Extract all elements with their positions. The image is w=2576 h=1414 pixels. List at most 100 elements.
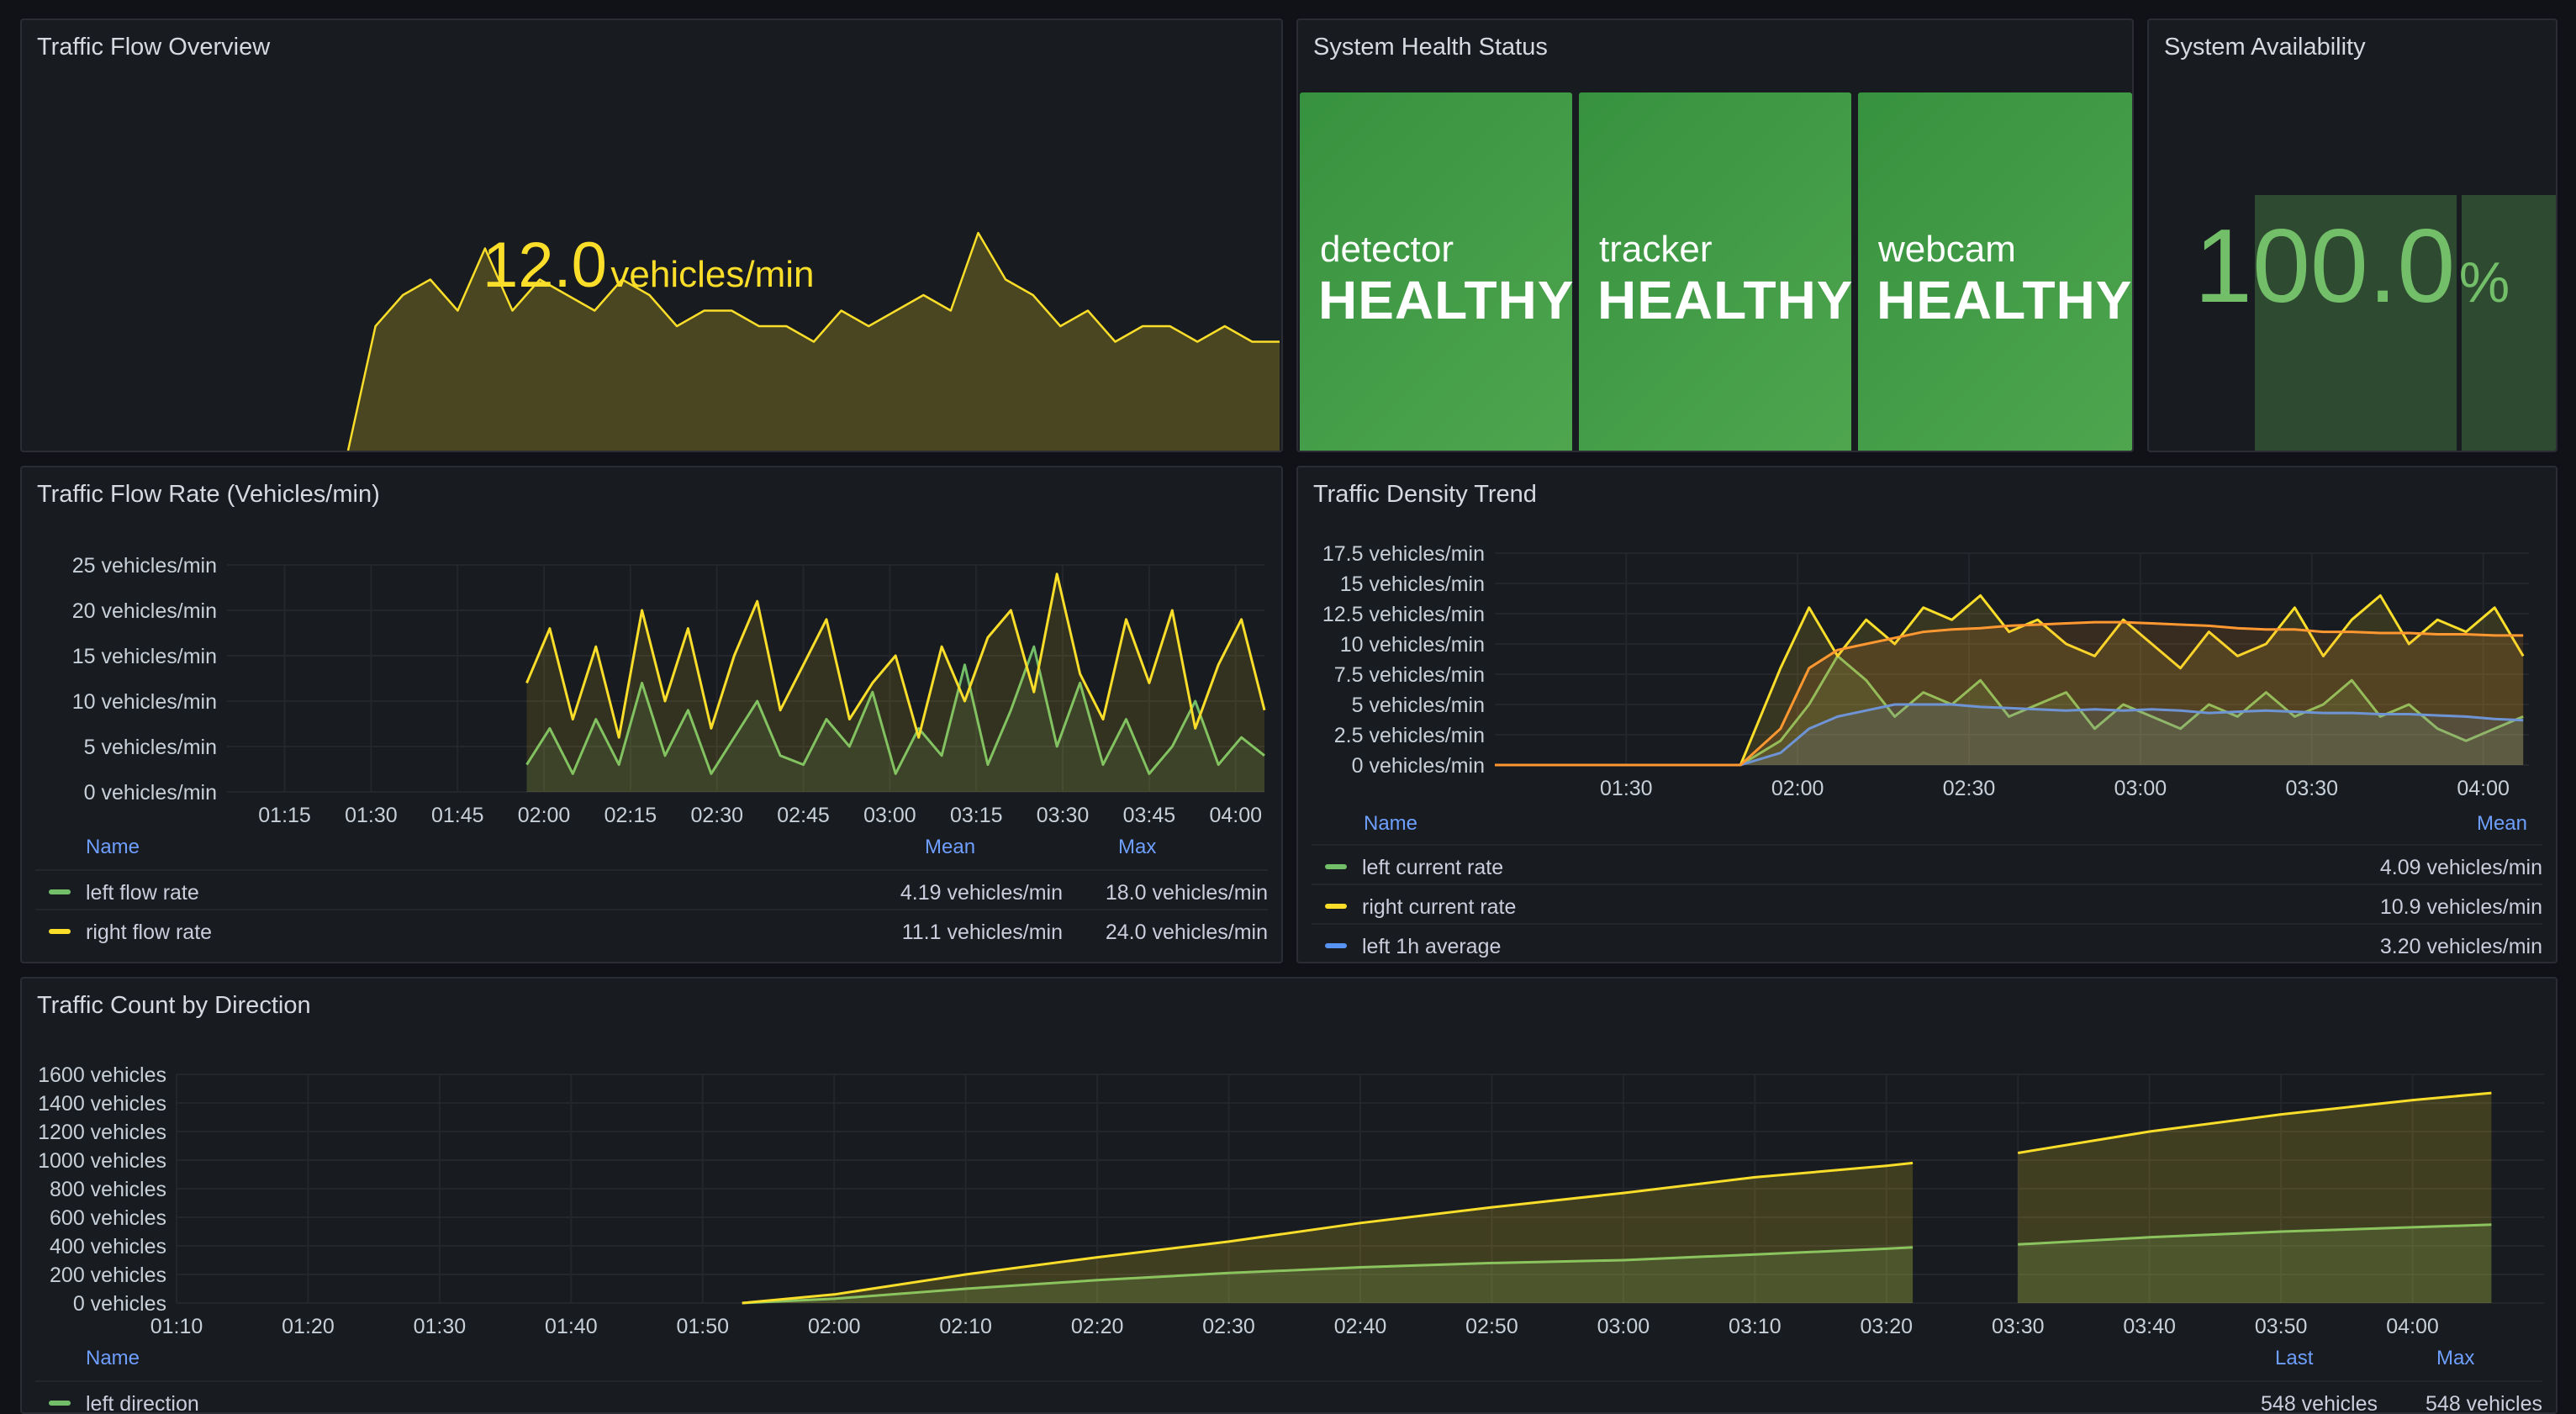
legend-header-name[interactable]: Name [86, 1347, 140, 1370]
legend-series-max: 24.0 vehicles/min [1105, 921, 1268, 944]
panel-system-availability[interactable]: System Availability 100.0 % [2147, 18, 2558, 452]
panel-title: System Availability [2164, 34, 2366, 61]
x-tick-label: 01:30 [414, 1315, 467, 1338]
x-tick-label: 02:30 [1202, 1315, 1255, 1338]
health-tile-tracker: tracker HEALTHY [1579, 92, 1852, 451]
x-tick-label: 01:40 [545, 1315, 598, 1338]
x-tick-label: 02:40 [1334, 1315, 1387, 1338]
legend-series-max: 18.0 vehicles/min [1105, 881, 1268, 905]
legend-swatch [1325, 943, 1347, 948]
legend-row-left-1h-average[interactable]: left 1h average 3.20 vehicles/min [1312, 923, 2542, 962]
density-chart: 17.5 vehicles/min 15 vehicles/min 12.5 veh… [1322, 542, 2529, 800]
legend-row-left-current-rate[interactable]: left current rate 4.09 vehicles/min [1312, 844, 2542, 884]
x-tick-label: 02:00 [1771, 777, 1824, 800]
y-tick-label: 0 vehicles/min [1352, 754, 1485, 778]
y-tick-label: 15 vehicles/min [72, 645, 217, 668]
x-tick-label: 01:10 [150, 1315, 203, 1338]
legend-header-max[interactable]: Max [2436, 1347, 2474, 1370]
overview-value: 12.0 [483, 230, 607, 301]
legend-header-name[interactable]: Name [86, 836, 140, 859]
legend-swatch [1325, 864, 1347, 869]
overview-stat: 12.0 vehicles/min [483, 229, 814, 302]
y-tick-label: 2.5 vehicles/min [1334, 724, 1485, 747]
y-tick-label: 17.5 vehicles/min [1322, 542, 1485, 566]
x-tick-label: 03:20 [1860, 1315, 1913, 1338]
panel-traffic-flow-rate[interactable]: Traffic Flow Rate (Vehicles/min) 25 vehi… [20, 466, 1283, 963]
x-tick-label: 01:30 [345, 804, 398, 827]
legend-header-max[interactable]: Max [1118, 836, 1156, 859]
x-tick-label: 02:00 [808, 1315, 861, 1338]
x-tick-label: 01:15 [258, 804, 311, 827]
y-tick-label: 1200 vehicles [38, 1121, 166, 1144]
x-tick-label: 02:45 [777, 804, 830, 827]
x-tick-label: 04:00 [2386, 1315, 2439, 1338]
x-tick-label: 03:00 [2114, 777, 2167, 800]
legend-header-last[interactable]: Last [2275, 1347, 2313, 1370]
legend-series-max: 548 vehicles [2426, 1392, 2542, 1414]
y-tick-label: 7.5 vehicles/min [1334, 663, 1485, 687]
legend-row-left-flow-rate[interactable]: left flow rate 4.19 vehicles/min 18.0 ve… [35, 869, 1268, 909]
legend-series-name: left direction [86, 1392, 199, 1414]
x-tick-label: 01:50 [676, 1315, 729, 1338]
health-tile-name: detector [1320, 229, 1454, 270]
legend-swatch [49, 1401, 71, 1406]
legend-series-name: left flow rate [86, 881, 199, 905]
x-tick-label: 03:30 [1992, 1315, 2045, 1338]
x-tick-label: 03:10 [1729, 1315, 1782, 1338]
panel-system-health[interactable]: System Health Status detector HEALTHY tr… [1296, 18, 2134, 452]
legend-swatch [49, 889, 71, 894]
x-tick-label: 03:30 [1037, 804, 1090, 827]
x-tick-label: 03:00 [1597, 1315, 1650, 1338]
health-tile-status: HEALTHY [1318, 270, 1575, 330]
x-tick-label: 03:45 [1123, 804, 1176, 827]
health-tile-detector: detector HEALTHY [1300, 92, 1575, 451]
panel-traffic-count-by-direction[interactable]: Traffic Count by Direction 1600 vehicles… [20, 977, 2558, 1414]
x-tick-label: 01:30 [1600, 777, 1653, 800]
x-tick-label: 02:10 [939, 1315, 992, 1338]
y-tick-label: 200 vehicles [50, 1264, 166, 1287]
y-tick-label: 10 vehicles/min [72, 690, 217, 714]
y-tick-label: 1000 vehicles [38, 1149, 166, 1173]
y-tick-label: 20 vehicles/min [72, 599, 217, 623]
count-chart: 1600 vehicles 1400 vehicles 1200 vehicles 1… [38, 1063, 2544, 1338]
legend-header-mean[interactable]: Mean [2477, 812, 2527, 836]
legend-series-name: right current rate [1362, 895, 1517, 919]
legend-series-name: left 1h average [1362, 935, 1502, 958]
y-tick-label: 5 vehicles/min [84, 736, 217, 759]
x-tick-label: 02:50 [1465, 1315, 1518, 1338]
panel-traffic-flow-overview[interactable]: Traffic Flow Overview 12.0 vehicles/min [20, 18, 1283, 452]
x-tick-label: 01:45 [431, 804, 484, 827]
y-tick-label: 1600 vehicles [38, 1063, 166, 1087]
x-tick-label: 03:50 [2255, 1315, 2308, 1338]
health-tile-status: HEALTHY [1877, 270, 2133, 330]
x-tick-label: 03:15 [950, 804, 1003, 827]
availability-value: 100.0 [2194, 208, 2456, 324]
y-tick-label: 5 vehicles/min [1352, 694, 1485, 717]
y-tick-label: 15 vehicles/min [1340, 572, 1485, 596]
y-tick-label: 600 vehicles [50, 1206, 166, 1230]
y-tick-label: 25 vehicles/min [72, 554, 217, 578]
legend-header-mean[interactable]: Mean [925, 836, 975, 859]
legend-series-name: right flow rate [86, 921, 213, 944]
x-tick-label: 04:00 [2457, 777, 2510, 800]
panel-traffic-density-trend[interactable]: Traffic Density Trend 17.5 vehicles/min 1… [1296, 466, 2558, 963]
overview-unit: vehicles/min [610, 254, 815, 295]
legend-row-right-flow-rate[interactable]: right flow rate 11.1 vehicles/min 24.0 v… [35, 909, 1268, 948]
x-tick-label: 03:40 [2123, 1315, 2176, 1338]
legend-series-name: left current rate [1362, 856, 1504, 879]
legend-row-right-current-rate[interactable]: right current rate 10.9 vehicles/min [1312, 884, 2542, 923]
x-tick-label: 02:15 [604, 804, 657, 827]
y-tick-label: 400 vehicles [50, 1235, 166, 1258]
x-tick-label: 02:30 [1943, 777, 1996, 800]
x-tick-label: 02:00 [518, 804, 571, 827]
legend-swatch [49, 929, 71, 934]
y-tick-label: 10 vehicles/min [1340, 633, 1485, 657]
legend-series-mean: 11.1 vehicles/min [901, 921, 1063, 944]
legend-header-name[interactable]: Name [1364, 812, 1417, 836]
series-area [526, 573, 1264, 792]
flow-rate-chart: 25 vehicles/min 20 vehicles/min 15 vehicle… [72, 554, 1266, 827]
series-area [2018, 1093, 2492, 1303]
legend-row-left-direction[interactable]: left direction 548 vehicles 548 vehicles [35, 1380, 2542, 1414]
health-tile-webcam: webcam HEALTHY [1858, 92, 2133, 451]
y-tick-label: 0 vehicles [73, 1292, 166, 1316]
